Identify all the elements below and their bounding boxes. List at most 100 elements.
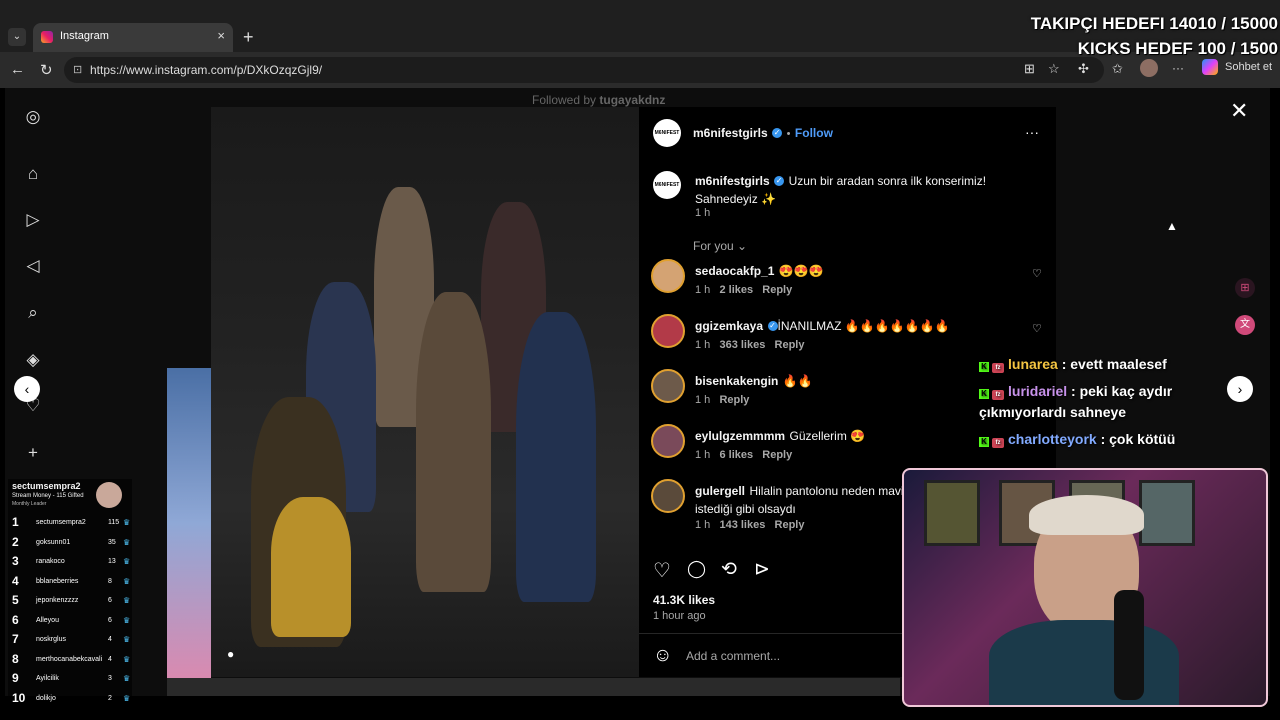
leaderboard-row: 2 goksunn01 35 ♛ bbox=[12, 535, 130, 553]
comment-like-heart-icon[interactable]: ♡ bbox=[1032, 267, 1042, 280]
messages-icon[interactable]: ◁ bbox=[22, 255, 44, 277]
leaderboard-name: Ayilcilik bbox=[36, 675, 59, 682]
new-tab-button[interactable]: + bbox=[243, 27, 254, 48]
leaderboard-row: 7 noskrglus 4 ♛ bbox=[12, 632, 130, 650]
comment-time: 1 h bbox=[695, 449, 711, 461]
reply-button[interactable]: Reply bbox=[719, 394, 749, 406]
reply-button[interactable]: Reply bbox=[762, 284, 792, 296]
likes-count[interactable]: 41.3K likes bbox=[653, 593, 715, 607]
comment-likes[interactable]: 6 likes bbox=[719, 449, 753, 461]
create-icon[interactable]: + bbox=[22, 442, 44, 464]
author-username[interactable]: m6nifestgirls bbox=[693, 126, 768, 140]
photo-figure bbox=[516, 312, 596, 602]
leaderboard-row: 1 sectumsempra2 115 ♛ bbox=[12, 515, 130, 533]
commenter-username[interactable]: ggizemkaya bbox=[695, 319, 763, 333]
copilot-icon[interactable] bbox=[1202, 59, 1218, 75]
comment-likes[interactable]: 2 likes bbox=[719, 284, 753, 296]
edge-apps-icon[interactable]: ⊞ bbox=[1235, 278, 1255, 298]
tab-list-chevron-icon[interactable]: ⌄ bbox=[8, 28, 26, 46]
comment-time: 1 h bbox=[695, 284, 711, 296]
search-icon[interactable]: ⌕ bbox=[22, 302, 44, 324]
comment-body: sedaocakfp_1 😍😍😍 bbox=[695, 262, 995, 280]
chevron-down-icon: ⌄ bbox=[737, 239, 748, 253]
explore-icon[interactable]: ◈ bbox=[22, 349, 44, 371]
leaderboard-row: 3 ranakoco 13 ♛ bbox=[12, 554, 130, 572]
repost-icon[interactable]: ⟲ bbox=[721, 558, 737, 581]
leaderboard-name: ranakoco bbox=[36, 558, 65, 565]
leaderboard-rank: 8 bbox=[12, 651, 19, 666]
comment-meta: 1 h 363 likes Reply bbox=[695, 339, 804, 351]
address-bar[interactable]: ⊡ https://www.instagram.com/p/DXkOzqzGjl… bbox=[64, 57, 1104, 83]
comment-likes[interactable]: 143 likes bbox=[719, 519, 765, 531]
add-comment-input[interactable]: Add a comment... bbox=[686, 649, 780, 663]
comment-sort-dropdown[interactable]: For you ⌄ bbox=[693, 239, 747, 253]
commenter-username[interactable]: bisenkakengin bbox=[695, 374, 778, 388]
verified-badge-icon: ✓ bbox=[774, 175, 785, 186]
like-heart-icon[interactable]: ♡ bbox=[653, 558, 671, 583]
leaderboard-value: 6 bbox=[108, 597, 112, 604]
comment-like-heart-icon[interactable]: ♡ bbox=[1032, 322, 1042, 335]
instagram-logo-icon[interactable]: ◎ bbox=[22, 106, 44, 128]
post-photo[interactable]: ● bbox=[211, 107, 639, 677]
more-menu-icon[interactable]: ··· bbox=[1172, 61, 1184, 75]
reels-icon[interactable]: ▷ bbox=[22, 209, 44, 231]
comment-likes[interactable]: 363 likes bbox=[719, 339, 765, 351]
commenter-avatar[interactable] bbox=[651, 424, 685, 458]
tab-close-icon[interactable]: × bbox=[217, 28, 225, 43]
leaderboard-rank: 1 bbox=[12, 515, 19, 529]
next-post-button[interactable]: › bbox=[1227, 376, 1253, 402]
back-arrow-icon[interactable]: ← bbox=[10, 61, 25, 78]
translate-icon[interactable]: 文 bbox=[1235, 315, 1255, 335]
caption-username[interactable]: m6nifestgirls bbox=[695, 174, 770, 188]
reply-button[interactable]: Reply bbox=[775, 339, 805, 351]
leaderboard-name: noskrglus bbox=[36, 636, 66, 643]
leaderboard-value: 35 bbox=[108, 538, 116, 546]
tab-title: Instagram bbox=[60, 30, 109, 42]
share-icon[interactable]: ⊳ bbox=[754, 558, 770, 581]
favorites-icon[interactable]: ✩ bbox=[1112, 61, 1123, 77]
emoji-icon[interactable]: ☺ bbox=[653, 645, 672, 667]
sort-label: For you bbox=[693, 239, 734, 253]
chat-username: charlotteyork bbox=[1008, 431, 1097, 447]
commenter-avatar[interactable] bbox=[651, 314, 685, 348]
previous-post-button[interactable]: ‹ bbox=[14, 376, 40, 402]
caption: m6nifestgirls ✓ Uzun bir aradan sonra il… bbox=[695, 172, 995, 208]
tab-instagram[interactable]: Instagram × bbox=[33, 23, 233, 52]
wall-frame bbox=[924, 480, 980, 546]
comment-icon[interactable]: ◯ bbox=[687, 559, 706, 579]
post-options-icon[interactable]: ··· bbox=[1025, 124, 1039, 140]
commenter-username[interactable]: gulergell bbox=[695, 484, 745, 498]
chat-text: : peki kaç aydır bbox=[1071, 383, 1173, 399]
site-info-icon[interactable]: ⊡ bbox=[73, 63, 82, 76]
favorite-star-icon[interactable]: ☆ bbox=[1048, 61, 1060, 77]
reload-icon[interactable]: ↻ bbox=[40, 61, 53, 79]
tagged-user-icon[interactable]: ● bbox=[227, 647, 234, 661]
reply-button[interactable]: Reply bbox=[762, 449, 792, 461]
followed-by-text: Followed by tugayakdnz bbox=[532, 93, 665, 107]
app-available-icon[interactable]: ⊞ bbox=[1024, 61, 1035, 77]
close-modal-icon[interactable]: ✕ bbox=[1230, 98, 1248, 124]
author-avatar[interactable]: M6NIFEST bbox=[653, 119, 681, 147]
caption-avatar[interactable]: M6NIFEST bbox=[653, 171, 681, 199]
profile-avatar[interactable] bbox=[1140, 59, 1158, 77]
commenter-username[interactable]: eylulgzemmmm bbox=[695, 429, 785, 443]
extensions-icon[interactable]: ✣ bbox=[1078, 61, 1089, 77]
commenter-avatar[interactable] bbox=[651, 259, 685, 293]
commenter-username[interactable]: sedaocakfp_1 bbox=[695, 264, 774, 278]
follow-button[interactable]: Follow bbox=[795, 126, 833, 140]
commenter-avatar[interactable] bbox=[651, 479, 685, 513]
comment-meta: 1 h 143 likes Reply bbox=[695, 519, 804, 531]
reply-button[interactable]: Reply bbox=[775, 519, 805, 531]
leaderboard-row: 9 Ayilcilik 3 ♛ bbox=[12, 671, 130, 689]
sohbet-button[interactable]: Sohbet et bbox=[1225, 61, 1272, 73]
webcam-feed bbox=[902, 468, 1268, 707]
home-icon[interactable]: ⌂ bbox=[22, 163, 44, 185]
gift-icon: ♛ bbox=[123, 557, 131, 566]
leaderboard-name: merthocanabekcavali bbox=[36, 655, 103, 663]
commenter-avatar[interactable] bbox=[651, 369, 685, 403]
url-text: https://www.instagram.com/p/DXkOzqzGjl9/ bbox=[90, 63, 323, 77]
followed-by-user[interactable]: tugayakdnz bbox=[599, 93, 665, 107]
leaderboard-rank: 4 bbox=[12, 573, 19, 588]
chat-username: lunarea bbox=[1008, 356, 1058, 372]
subscriber-badge-icon: fz bbox=[992, 438, 1004, 448]
